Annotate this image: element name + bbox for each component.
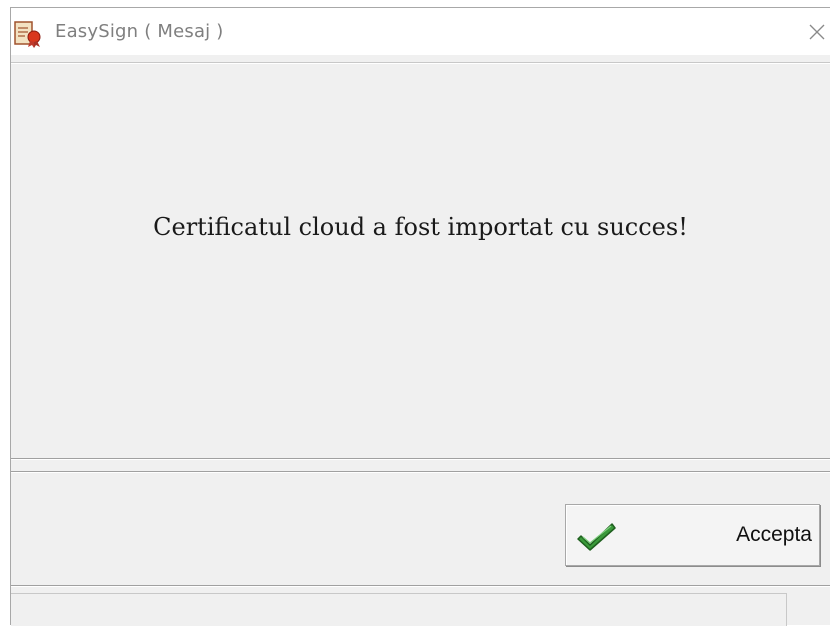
- close-icon[interactable]: [804, 16, 830, 46]
- message-text: Certificatul cloud a fost importat cu su…: [153, 213, 688, 241]
- accept-button[interactable]: Accepta: [565, 504, 820, 566]
- divider: [11, 585, 830, 587]
- status-bar: [11, 593, 787, 626]
- title-bar: EasySign ( Mesaj ): [11, 8, 830, 55]
- message-dialog: EasySign ( Mesaj ) Certificatul cloud a …: [10, 7, 830, 626]
- green-checkmark-icon: [577, 523, 616, 551]
- certificate-seal-icon: [14, 21, 41, 48]
- window-title: EasySign ( Mesaj ): [55, 21, 224, 42]
- accept-button-label: Accepta: [736, 523, 812, 546]
- message-area: Certificatul cloud a fost importat cu su…: [11, 68, 830, 458]
- title-separator: [11, 62, 830, 64]
- divider: [11, 471, 830, 473]
- divider: [11, 458, 830, 460]
